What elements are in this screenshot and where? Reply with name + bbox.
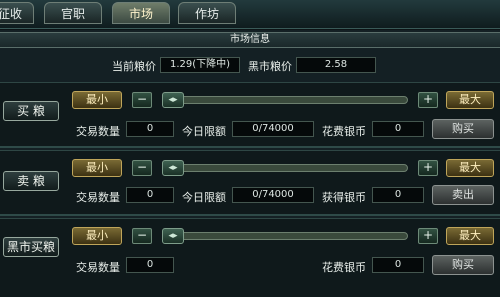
quantity-slider[interactable]	[162, 164, 408, 172]
current-price-value: 1.29(下降中)	[160, 57, 240, 73]
min-button[interactable]: 最小	[72, 227, 122, 245]
slider-handle[interactable]: ◂▸	[162, 160, 184, 176]
sell-grain-section: 卖 粮 最小 − ◂▸ + 最大 交易数量 0 今日限额 0/74000 获得银…	[0, 150, 500, 215]
divider	[0, 214, 500, 216]
buy-button[interactable]: 购买	[432, 255, 494, 275]
black-price-label: 黑市粮价	[248, 60, 292, 73]
min-button[interactable]: 最小	[72, 91, 122, 109]
panel-title: 市场信息	[0, 32, 500, 48]
limit-value: 0/74000	[232, 187, 314, 203]
cost-label: 花费银币	[322, 125, 366, 138]
minus-button[interactable]: −	[132, 160, 152, 176]
black-market-section: 黑市买粮 最小 − ◂▸ + 最大 交易数量 0 花费银币 0 购买	[0, 218, 500, 297]
qty-label: 交易数量	[76, 125, 120, 138]
slider-handle[interactable]: ◂▸	[162, 228, 184, 244]
quantity-slider[interactable]	[162, 232, 408, 240]
divider	[0, 146, 500, 148]
black-price-value: 2.58	[296, 57, 376, 73]
cost-label: 花费银币	[322, 261, 366, 274]
limit-label: 今日限额	[182, 191, 226, 204]
current-price-label: 当前粮价	[112, 60, 156, 73]
qty-label: 交易数量	[76, 261, 120, 274]
max-button[interactable]: 最大	[446, 159, 494, 177]
limit-value: 0/74000	[232, 121, 314, 137]
tab-bar: 征收 官职 市场 作坊	[0, 0, 500, 29]
slider-handle[interactable]: ◂▸	[162, 92, 184, 108]
sell-button[interactable]: 卖出	[432, 185, 494, 205]
tab-collect[interactable]: 征收	[0, 2, 34, 24]
plus-button[interactable]: +	[418, 228, 438, 244]
minus-button[interactable]: −	[132, 228, 152, 244]
tab-market[interactable]: 市场	[112, 2, 170, 24]
max-button[interactable]: 最大	[446, 91, 494, 109]
tab-workshop[interactable]: 作坊	[178, 2, 236, 24]
gain-value: 0	[372, 187, 424, 203]
plus-button[interactable]: +	[418, 160, 438, 176]
buy-grain-section: 买 粮 最小 − ◂▸ + 最大 交易数量 0 今日限额 0/74000 花费银…	[0, 82, 500, 147]
minus-button[interactable]: −	[132, 92, 152, 108]
tab-official[interactable]: 官职	[44, 2, 102, 24]
qty-label: 交易数量	[76, 191, 120, 204]
cost-value: 0	[372, 257, 424, 273]
limit-label: 今日限额	[182, 125, 226, 138]
qty-value: 0	[126, 187, 174, 203]
black-market-buy-button[interactable]: 黑市买粮	[3, 237, 59, 257]
quantity-slider[interactable]	[162, 96, 408, 104]
cost-value: 0	[372, 121, 424, 137]
max-button[interactable]: 最大	[446, 227, 494, 245]
sell-grain-button[interactable]: 卖 粮	[3, 171, 59, 191]
plus-button[interactable]: +	[418, 92, 438, 108]
buy-button[interactable]: 购买	[432, 119, 494, 139]
buy-grain-button[interactable]: 买 粮	[3, 101, 59, 121]
gain-label: 获得银币	[322, 191, 366, 204]
qty-value: 0	[126, 257, 174, 273]
qty-value: 0	[126, 121, 174, 137]
min-button[interactable]: 最小	[72, 159, 122, 177]
